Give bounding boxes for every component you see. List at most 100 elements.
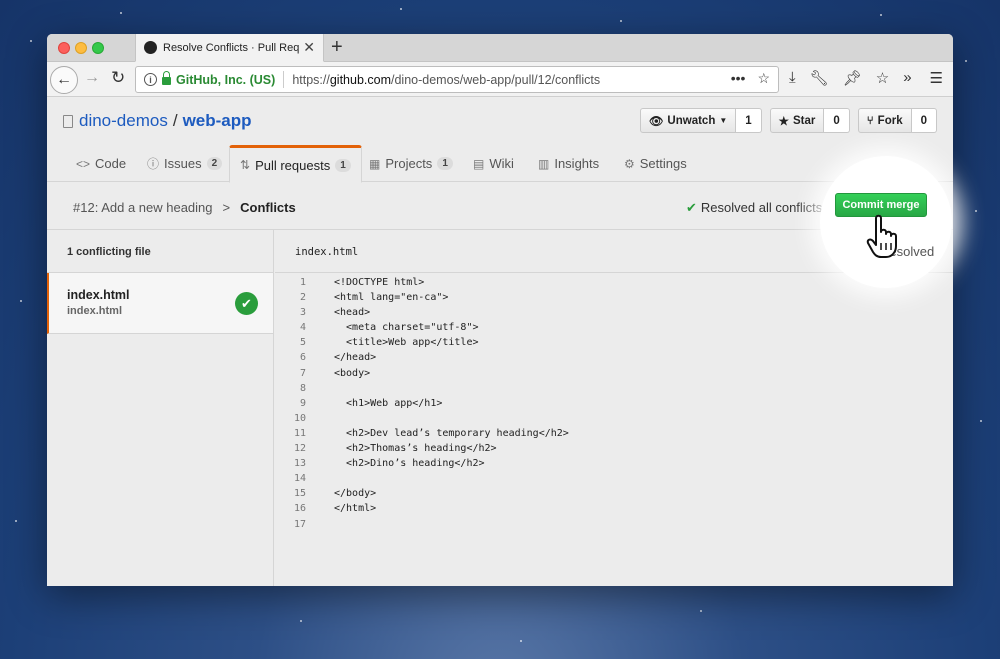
download-icon[interactable]: ⤓ — [789, 69, 796, 87]
line-number: 4 — [299, 322, 306, 334]
browser-tab[interactable]: Resolve Conflicts · Pull Request ✕ — [135, 34, 324, 62]
hand-pointer-cursor-icon — [866, 214, 897, 258]
line-content: <head> — [334, 307, 371, 319]
conflict-sidebar: 1 conflicting file index.html index.html… — [47, 230, 274, 586]
line-content: </head> — [334, 352, 377, 364]
line-content: <title>Web app</title> — [334, 337, 479, 349]
unwatch-button[interactable]: 👁︎ Unwatch ▼ — [639, 108, 737, 133]
code-line: 13 <h2>Dino’s heading</h2> — [275, 458, 953, 473]
info-icon[interactable]: i — [144, 73, 157, 86]
wrench-icon[interactable]: 🔧︎ — [810, 69, 829, 87]
project-icon: ▦ — [369, 156, 381, 171]
code-line: 12 <h2>Thomas’s heading</h2> — [275, 443, 953, 458]
pulls-counter: 1 — [335, 158, 351, 172]
line-content: <h2>Dev lead’s temporary heading</h2> — [334, 427, 569, 439]
tab-code[interactable]: <> Code — [76, 145, 126, 182]
pr-title-link[interactable]: #12: Add a new heading — [73, 200, 213, 215]
line-content: <h1>Web app</h1> — [334, 397, 443, 409]
line-content — [306, 473, 334, 488]
repo-owner-link[interactable]: dino-demos — [79, 111, 168, 131]
star-icon[interactable]: ☆ — [876, 69, 889, 87]
more-actions-icon[interactable]: ••• — [731, 70, 746, 87]
line-content: <!DOCTYPE html> — [334, 277, 425, 288]
tab-issues[interactable]: ⓘ Issues 2 — [147, 145, 223, 182]
tab-wiki[interactable]: ▤ Wiki — [473, 145, 514, 182]
star-count[interactable]: 0 — [824, 108, 850, 133]
code-line: 10 — [275, 413, 953, 428]
code-line: 4 <meta charset="utf-8"> — [275, 322, 953, 337]
line-number: 5 — [299, 337, 306, 349]
code-line: 16 </html> — [275, 503, 953, 518]
tab-insights[interactable]: ▥ Insights — [538, 145, 599, 182]
fork-button[interactable]: ⑂ Fork — [857, 108, 912, 133]
github-icon — [144, 41, 157, 54]
breadcrumb: #12: Add a new heading > Conflicts — [73, 200, 296, 215]
book-icon: ▤ — [473, 156, 485, 171]
page-content: dino-demos / web-app 👁︎ Unwatch ▼ 1 ★ Star … — [47, 98, 953, 586]
line-number: 8 — [299, 382, 306, 394]
code-line: 1 <!DOCTYPE html> — [275, 277, 953, 292]
address-bar[interactable]: i GitHub, Inc. (US) https://github.com/d… — [135, 66, 779, 93]
resolved-check-icon: ✔ — [235, 292, 258, 315]
line-content: <meta charset="utf-8"> — [334, 322, 479, 334]
code-line: 7 <body> — [275, 368, 953, 383]
code-line: 8 — [275, 383, 953, 398]
line-content: </body> — [334, 488, 377, 500]
repo-name-link[interactable]: web-app — [183, 111, 252, 131]
menu-icon[interactable]: ☰ — [930, 69, 943, 87]
line-number: 11 — [293, 427, 306, 439]
repo-header: dino-demos / web-app — [63, 111, 252, 131]
issue-icon: ⓘ — [147, 157, 160, 171]
pr-header: #12: Add a new heading > Conflicts ✔ Reso… — [47, 183, 953, 230]
fork-count[interactable]: 0 — [911, 108, 937, 133]
code-icon: <> — [76, 156, 91, 171]
line-number: 13 — [293, 458, 306, 470]
pin-icon[interactable]: 📌︎ — [843, 69, 862, 87]
code-area[interactable]: 1 <!DOCTYPE html> 2 <html lang="en-ca"> 3 <he… — [275, 273, 953, 534]
overflow-icon[interactable]: » — [903, 69, 911, 87]
maximize-window-button[interactable] — [92, 42, 104, 54]
code-line: 5 <title>Web app</title> — [275, 337, 953, 352]
forward-button[interactable]: → — [84, 69, 100, 87]
code-line: 2 <html lang="en-ca"> — [275, 292, 953, 307]
title-bar: Resolve Conflicts · Pull Request ✕ + — [47, 34, 953, 62]
minimize-window-button[interactable] — [75, 42, 87, 54]
close-tab-icon[interactable]: ✕ — [303, 39, 315, 56]
line-number: 7 — [299, 367, 306, 379]
pull-request-icon: ⇅ — [240, 158, 251, 172]
tab-title: Resolve Conflicts · Pull Request — [163, 41, 300, 54]
tab-pull-requests[interactable]: ⇅ Pull requests 1 — [229, 145, 362, 183]
line-number: 16 — [293, 503, 306, 515]
eye-icon: 👁︎ — [648, 115, 664, 128]
breadcrumb-current: Conflicts — [240, 200, 296, 215]
line-content — [306, 383, 334, 398]
line-content — [306, 413, 334, 428]
reload-button[interactable]: ↻ — [111, 68, 125, 88]
tab-projects[interactable]: ▦ Projects 1 — [369, 145, 453, 182]
repo-nav: <> Code ⓘ Issues 2 ⇅ Pull requests 1 ▦ Project… — [47, 145, 953, 183]
line-content: <h2>Dino’s heading</h2> — [334, 458, 485, 470]
conflict-editor: index.html Resolved 1<!DOCTYPE html>2<ht… — [275, 230, 953, 586]
close-window-button[interactable] — [58, 42, 70, 54]
new-tab-button[interactable]: + — [331, 37, 343, 57]
line-number: 14 — [293, 473, 306, 485]
tab-settings[interactable]: ⚙ Settings — [624, 145, 687, 182]
line-number: 10 — [293, 412, 306, 424]
watch-count[interactable]: 1 — [736, 108, 762, 133]
check-icon: ✔ — [686, 200, 697, 215]
editor-file-name: index.html — [295, 246, 359, 258]
conflict-file-item[interactable]: index.html index.html ✔ — [47, 273, 273, 334]
back-button[interactable]: ← — [50, 66, 78, 94]
conflicting-files-header: 1 conflicting file — [47, 230, 273, 273]
bookmark-star-icon[interactable]: ☆ — [757, 70, 770, 87]
line-number: 17 — [293, 518, 306, 530]
resolved-status: ✔ Resolved all conflicts — [686, 200, 823, 215]
repo-actions: 👁︎ Unwatch ▼ 1 ★ Star 0 ⑂ Fork 0 — [639, 108, 937, 133]
line-content: <h2>Thomas’s heading</h2> — [334, 443, 497, 455]
code-line: 17 — [275, 519, 953, 534]
line-content: </html> — [334, 503, 377, 515]
star-button[interactable]: ★ Star — [769, 108, 825, 133]
line-number: 2 — [299, 292, 306, 304]
caret-down-icon: ▼ — [719, 116, 728, 125]
line-number: 9 — [299, 397, 306, 409]
